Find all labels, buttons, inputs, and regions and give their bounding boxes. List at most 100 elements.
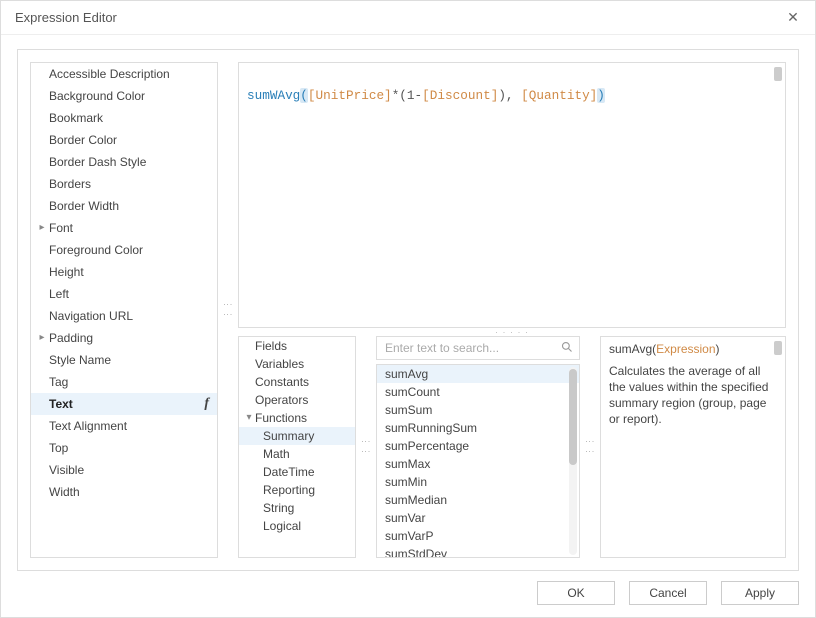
horizontal-splitter[interactable]: · · · · · (238, 328, 786, 336)
search-icon[interactable] (561, 341, 573, 356)
button-row: OK Cancel Apply (17, 571, 799, 605)
right-column: sumWAvg([UnitPrice]*(1-[Discount]), [Qua… (238, 62, 786, 558)
scrollbar-thumb[interactable] (774, 341, 782, 355)
property-item[interactable]: Borders (31, 173, 217, 195)
property-item[interactable]: Border Dash Style (31, 151, 217, 173)
property-list[interactable]: Accessible Description Background Color Bo… (30, 62, 218, 558)
ok-button[interactable]: OK (537, 581, 615, 605)
category-item[interactable]: Constants (239, 373, 355, 391)
token-field: [UnitPrice] (308, 88, 392, 103)
category-label: Logical (263, 517, 301, 535)
expression-textarea[interactable]: sumWAvg([UnitPrice]*(1-[Discount]), [Qua… (238, 62, 786, 328)
category-item[interactable]: Logical (239, 517, 355, 535)
scrollbar-thumb[interactable] (774, 67, 782, 81)
property-item[interactable]: ▸Padding (31, 327, 217, 349)
property-label: Background Color (49, 87, 211, 105)
function-item[interactable]: sumStdDev (377, 545, 579, 558)
window-title: Expression Editor (15, 10, 117, 25)
token-paren-open: ( (300, 88, 308, 103)
category-label: Variables (255, 355, 304, 373)
property-label: Text Alignment (49, 417, 211, 435)
category-item[interactable]: DateTime (239, 463, 355, 481)
category-label: Math (263, 445, 290, 463)
token-op: *( (392, 88, 407, 103)
category-item[interactable]: ▾Functions (239, 409, 355, 427)
property-label: Accessible Description (49, 65, 211, 83)
function-item[interactable]: sumPercentage (377, 437, 579, 455)
category-label: Operators (255, 391, 308, 409)
property-item[interactable]: Background Color (31, 85, 217, 107)
function-item[interactable]: sumAvg (377, 365, 579, 383)
property-item[interactable]: Top (31, 437, 217, 459)
function-item[interactable]: sumMax (377, 455, 579, 473)
function-item[interactable]: sumCount (377, 383, 579, 401)
vertical-splitter-2[interactable]: ⋮⋮ (362, 336, 370, 558)
function-item[interactable]: sumVarP (377, 527, 579, 545)
property-item[interactable]: Text Alignment (31, 415, 217, 437)
chevron-down-icon[interactable]: ▾ (243, 409, 255, 427)
function-item[interactable]: sumRunningSum (377, 419, 579, 437)
property-label: Navigation URL (49, 307, 211, 325)
window-body: Accessible Description Background Color Bo… (1, 35, 815, 617)
category-label: Functions (255, 409, 307, 427)
property-item[interactable]: Textf (31, 393, 217, 415)
property-item[interactable]: Border Color (31, 129, 217, 151)
property-item[interactable]: Navigation URL (31, 305, 217, 327)
function-item[interactable]: sumMin (377, 473, 579, 491)
property-item[interactable]: Accessible Description (31, 63, 217, 85)
top-row: Accessible Description Background Color Bo… (30, 62, 786, 558)
property-label: Style Name (49, 351, 211, 369)
property-item[interactable]: Foreground Color (31, 239, 217, 261)
category-item[interactable]: String (239, 499, 355, 517)
category-item[interactable]: Reporting (239, 481, 355, 499)
close-icon[interactable]: ✕ (783, 9, 803, 26)
property-item[interactable]: Style Name (31, 349, 217, 371)
category-item[interactable]: Fields (239, 337, 355, 355)
chevron-right-icon[interactable]: ▸ (35, 219, 49, 237)
vertical-splitter[interactable]: ⋮⋮ (224, 62, 232, 558)
category-item[interactable]: Variables (239, 355, 355, 373)
token-paren-close: ) (597, 88, 605, 103)
scrollbar[interactable] (569, 367, 577, 555)
property-item[interactable]: Width (31, 481, 217, 503)
property-item[interactable]: Border Width (31, 195, 217, 217)
property-label: Border Dash Style (49, 153, 211, 171)
apply-button[interactable]: Apply (721, 581, 799, 605)
category-label: Constants (255, 373, 309, 391)
function-item[interactable]: sumSum (377, 401, 579, 419)
property-label: Text (49, 395, 204, 413)
function-item[interactable]: sumVar (377, 509, 579, 527)
property-item[interactable]: Left (31, 283, 217, 305)
cancel-button[interactable]: Cancel (629, 581, 707, 605)
function-list[interactable]: sumAvgsumCountsumSumsumRunningSumsumPerc… (376, 364, 580, 558)
category-label: Summary (263, 427, 314, 445)
scrollbar-thumb[interactable] (569, 369, 577, 465)
property-label: Tag (49, 373, 211, 391)
property-label: Width (49, 483, 211, 501)
fx-icon: f (204, 395, 211, 413)
function-signature: sumAvg(Expression) (609, 341, 777, 357)
property-item[interactable]: Tag (31, 371, 217, 393)
category-item[interactable]: Math (239, 445, 355, 463)
chevron-right-icon[interactable]: ▸ (35, 329, 49, 347)
property-label: Borders (49, 175, 211, 193)
function-description: Calculates the average of all the values… (609, 363, 777, 427)
search-field[interactable] (376, 336, 580, 360)
function-item[interactable]: sumMedian (377, 491, 579, 509)
category-label: Reporting (263, 481, 315, 499)
property-item[interactable]: ▸Font (31, 217, 217, 239)
property-label: Bookmark (49, 109, 211, 127)
main-area: Accessible Description Background Color Bo… (17, 49, 799, 571)
category-item[interactable]: Summary (239, 427, 355, 445)
vertical-splitter-3[interactable]: ⋮⋮ (586, 336, 594, 558)
token-number: 1 (407, 88, 415, 103)
property-item[interactable]: Bookmark (31, 107, 217, 129)
titlebar: Expression Editor ✕ (1, 1, 815, 35)
category-list[interactable]: FieldsVariablesConstantsOperators▾Functi… (238, 336, 356, 558)
property-item[interactable]: Visible (31, 459, 217, 481)
token-op: ), (498, 88, 521, 103)
category-item[interactable]: Operators (239, 391, 355, 409)
search-input[interactable] (383, 340, 561, 356)
property-item[interactable]: Height (31, 261, 217, 283)
category-label: Fields (255, 337, 287, 355)
